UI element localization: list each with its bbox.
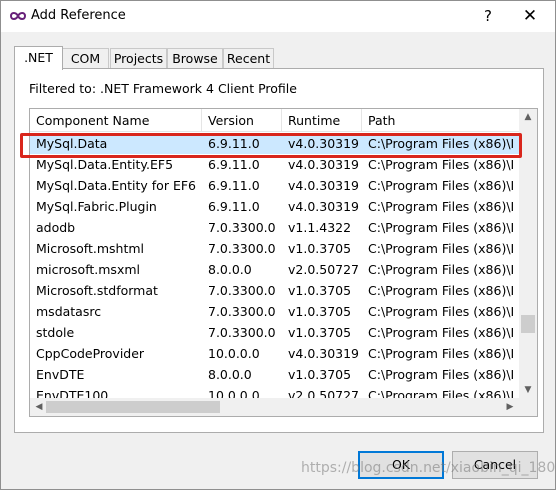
runtime-cell: v4.0.30319 xyxy=(288,136,360,151)
column-header-version[interactable]: Version xyxy=(202,109,282,132)
version-cell: 6.9.11.0 xyxy=(208,178,260,193)
tab-projects[interactable]: Projects xyxy=(110,48,167,69)
tab-recent[interactable]: Recent xyxy=(223,48,274,69)
table-row[interactable]: microsoft.msxml 8.0.0.0 v2.0.50727 C:\Progr… xyxy=(30,259,519,280)
horizontal-scroll-thumb[interactable] xyxy=(46,401,220,413)
component-list[interactable]: Component Name Version Runtime Path MySq… xyxy=(29,108,538,417)
path-cell: C:\Program Files (x86)\I xyxy=(368,157,515,172)
version-cell: 6.9.11.0 xyxy=(208,199,260,214)
close-button[interactable]: ✕ xyxy=(513,4,547,28)
path-cell: C:\Program Files (x86)\I xyxy=(368,346,515,361)
path-cell: C:\Program Files (x86)\I xyxy=(368,325,515,340)
runtime-cell: v1.0.3705 xyxy=(288,325,352,340)
path-cell: C:\Program Files (x86)\I xyxy=(368,304,515,319)
component-name-cell: MySql.Data.Entity.EF5 xyxy=(36,157,174,172)
component-name-cell: MySql.Data.Entity for EF6 xyxy=(36,178,196,193)
path-cell: C:\Program Files (x86)\I xyxy=(368,283,515,298)
version-cell: 7.0.3300.0 xyxy=(208,241,276,256)
table-row[interactable]: Microsoft.stdformat 7.0.3300.0 v1.0.3705 C:… xyxy=(30,280,519,301)
runtime-cell: v2.0.50727 xyxy=(288,262,360,277)
runtime-cell: v1.0.3705 xyxy=(288,367,352,382)
watermark-text: https://blog.csdn.net/xiaobin_qi_180 xyxy=(301,460,556,476)
version-cell: 10.0.0.0 xyxy=(208,346,260,361)
component-name-cell: CppCodeProvider xyxy=(36,346,145,361)
tab-panel: Filtered to: .NET Framework 4 Client Pro… xyxy=(14,68,544,433)
table-row[interactable]: MySql.Data 6.9.11.0 v4.0.30319 C:\Program F… xyxy=(30,133,519,154)
version-cell: 8.0.0.0 xyxy=(208,262,252,277)
title-bar[interactable]: Add Reference ? ✕ xyxy=(1,1,555,32)
path-cell: C:\Program Files (x86)\I xyxy=(368,199,515,214)
version-cell: 8.0.0.0 xyxy=(208,367,252,382)
runtime-cell: v4.0.30319 xyxy=(288,157,360,172)
path-cell: C:\Program Files (x86)\I xyxy=(368,178,515,193)
window-title: Add Reference xyxy=(31,8,126,23)
list-header: Component Name Version Runtime Path xyxy=(30,109,519,132)
version-cell: 7.0.3300.0 xyxy=(208,283,276,298)
table-row[interactable]: stdole 7.0.3300.0 v1.0.3705 C:\Program File… xyxy=(30,322,519,343)
component-name-cell: EnvDTE xyxy=(36,367,85,382)
component-name-cell: adodb xyxy=(36,220,76,235)
runtime-cell: v4.0.30319 xyxy=(288,346,360,361)
path-cell: C:\Program Files (x86)\I xyxy=(368,262,515,277)
table-row[interactable]: msdatasrc 7.0.3300.0 v1.0.3705 C:\Program F… xyxy=(30,301,519,322)
scrollbar-corner xyxy=(519,398,537,416)
path-cell: C:\Program Files (x86)\I xyxy=(368,136,515,151)
version-cell: 7.0.3300.0 xyxy=(208,325,276,340)
table-row[interactable]: EnvDTE 8.0.0.0 v1.0.3705 C:\Program Files (… xyxy=(30,364,519,385)
table-row[interactable]: MySql.Data.Entity.EF5 6.9.11.0 v4.0.30319 C… xyxy=(30,154,519,175)
table-row[interactable]: CppCodeProvider 10.0.0.0 v4.0.30319 C:\Prog… xyxy=(30,343,519,364)
filter-label: Filtered to: .NET Framework 4 Client Pro… xyxy=(29,81,297,96)
scroll-down-icon[interactable]: ▼ xyxy=(519,382,537,398)
table-row[interactable]: adodb 7.0.3300.0 v1.1.4322 C:\Program Files… xyxy=(30,217,519,238)
component-name-cell: Microsoft.mshtml xyxy=(36,241,145,256)
tab-com[interactable]: COM xyxy=(62,48,109,69)
scroll-right-icon[interactable]: ▶ xyxy=(501,399,519,415)
version-cell: 6.9.11.0 xyxy=(208,157,260,172)
horizontal-scrollbar[interactable]: ◀ ▶ xyxy=(30,398,519,416)
runtime-cell: v1.0.3705 xyxy=(288,241,352,256)
vertical-scrollbar[interactable]: ▲ ▼ xyxy=(519,109,537,398)
component-name-cell: microsoft.msxml xyxy=(36,262,140,277)
help-button[interactable]: ? xyxy=(471,4,505,28)
component-name-cell: msdatasrc xyxy=(36,304,102,319)
runtime-cell: v1.1.4322 xyxy=(288,220,352,235)
version-cell: 7.0.3300.0 xyxy=(208,220,276,235)
component-name-cell: stdole xyxy=(36,325,75,340)
table-row[interactable]: Microsoft.mshtml 7.0.3300.0 v1.0.3705 C:\Pr… xyxy=(30,238,519,259)
path-cell: C:\Program Files (x86)\I xyxy=(368,241,515,256)
column-header-runtime[interactable]: Runtime xyxy=(282,109,362,132)
vertical-scroll-thumb[interactable] xyxy=(521,315,535,333)
column-header-component-name[interactable]: Component Name xyxy=(30,109,202,132)
component-name-cell: MySql.Data xyxy=(36,136,108,151)
table-row[interactable]: MySql.Data.Entity for EF6 6.9.11.0 v4.0.30… xyxy=(30,175,519,196)
path-cell: C:\Program Files (x86)\I xyxy=(368,220,515,235)
visual-studio-icon xyxy=(9,12,27,20)
component-name-cell: MySql.Fabric.Plugin xyxy=(36,199,157,214)
tab-browse[interactable]: Browse xyxy=(167,48,223,69)
runtime-cell: v4.0.30319 xyxy=(288,178,360,193)
runtime-cell: v4.0.30319 xyxy=(288,199,360,214)
table-row[interactable]: MySql.Fabric.Plugin 6.9.11.0 v4.0.30319 C:\… xyxy=(30,196,519,217)
version-cell: 6.9.11.0 xyxy=(208,136,260,151)
component-name-cell: Microsoft.stdformat xyxy=(36,283,158,298)
runtime-cell: v1.0.3705 xyxy=(288,283,352,298)
path-cell: C:\Program Files (x86)\I xyxy=(368,367,515,382)
add-reference-dialog: Add Reference ? ✕ .NET COM Projects Brow… xyxy=(0,0,556,490)
column-header-path[interactable]: Path xyxy=(362,109,519,132)
runtime-cell: v1.0.3705 xyxy=(288,304,352,319)
tab-net[interactable]: .NET xyxy=(14,46,63,70)
scroll-up-icon[interactable]: ▲ xyxy=(519,109,537,125)
version-cell: 7.0.3300.0 xyxy=(208,304,276,319)
